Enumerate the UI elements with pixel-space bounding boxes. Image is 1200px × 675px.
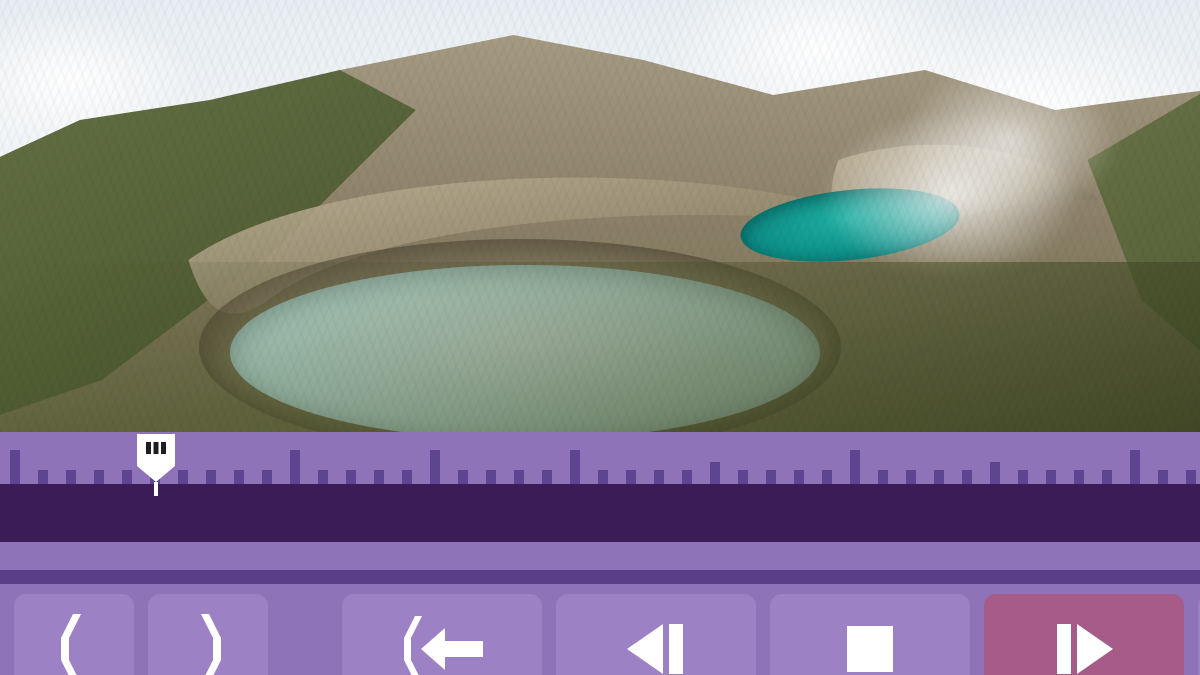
ruler-tick bbox=[710, 462, 720, 484]
mark-out-button[interactable] bbox=[148, 594, 268, 675]
texture-overlay bbox=[0, 0, 1200, 432]
ruler-tick bbox=[598, 470, 608, 484]
ruler-tick bbox=[10, 450, 20, 484]
panel-divider bbox=[0, 570, 1200, 584]
ruler-tick bbox=[822, 470, 832, 484]
playhead[interactable] bbox=[131, 432, 181, 496]
ruler-tick bbox=[374, 470, 384, 484]
ruler-tick bbox=[1074, 470, 1084, 484]
ruler-tick bbox=[346, 470, 356, 484]
ruler-tick bbox=[234, 470, 244, 484]
ruler-tick bbox=[990, 462, 1000, 484]
to-in-point-icon bbox=[387, 614, 497, 675]
ruler-tick bbox=[206, 470, 216, 484]
ruler-tick bbox=[94, 470, 104, 484]
timeline[interactable] bbox=[0, 432, 1200, 570]
ruler-tick bbox=[794, 470, 804, 484]
ruler-tick bbox=[906, 470, 916, 484]
ruler-tick bbox=[738, 470, 748, 484]
ruler-tick bbox=[514, 470, 524, 484]
play-offset-icon bbox=[1039, 614, 1129, 675]
go-to-in-button[interactable] bbox=[342, 594, 542, 675]
transport-controls bbox=[0, 584, 1200, 675]
step-back-button[interactable] bbox=[556, 594, 756, 675]
ruler-tick bbox=[1130, 450, 1140, 484]
ruler-tick bbox=[458, 470, 468, 484]
ruler-tick bbox=[654, 470, 664, 484]
ruler-tick bbox=[626, 470, 636, 484]
ruler-tick bbox=[486, 470, 496, 484]
ruler-tick bbox=[878, 470, 888, 484]
ruler-tick bbox=[962, 470, 972, 484]
ruler-tick bbox=[430, 450, 440, 484]
ruler-tick bbox=[1046, 470, 1056, 484]
video-editor bbox=[0, 0, 1200, 675]
ruler-tick bbox=[850, 450, 860, 484]
ruler-tick bbox=[570, 450, 580, 484]
ruler-tick bbox=[38, 470, 48, 484]
bracket-left-icon bbox=[51, 614, 97, 675]
ruler-tick bbox=[290, 450, 300, 484]
bracket-right-icon bbox=[185, 614, 231, 675]
ruler-tick bbox=[1018, 470, 1028, 484]
ruler-tick bbox=[934, 470, 944, 484]
play-button[interactable] bbox=[984, 594, 1184, 675]
mark-in-button[interactable] bbox=[14, 594, 134, 675]
playhead-icon bbox=[131, 432, 181, 496]
stop-icon bbox=[835, 614, 905, 675]
ruler-tick bbox=[1186, 470, 1196, 484]
ruler-tick bbox=[66, 470, 76, 484]
ruler-tick bbox=[318, 470, 328, 484]
preview-viewport bbox=[0, 0, 1200, 432]
ruler-tick bbox=[262, 470, 272, 484]
ruler-tick bbox=[682, 470, 692, 484]
step-backward-icon bbox=[611, 614, 701, 675]
ruler-tick bbox=[402, 470, 412, 484]
ruler-tick bbox=[542, 470, 552, 484]
ruler-tick bbox=[1158, 470, 1168, 484]
stop-button[interactable] bbox=[770, 594, 970, 675]
ruler-tick bbox=[766, 470, 776, 484]
ruler-tick bbox=[1102, 470, 1112, 484]
